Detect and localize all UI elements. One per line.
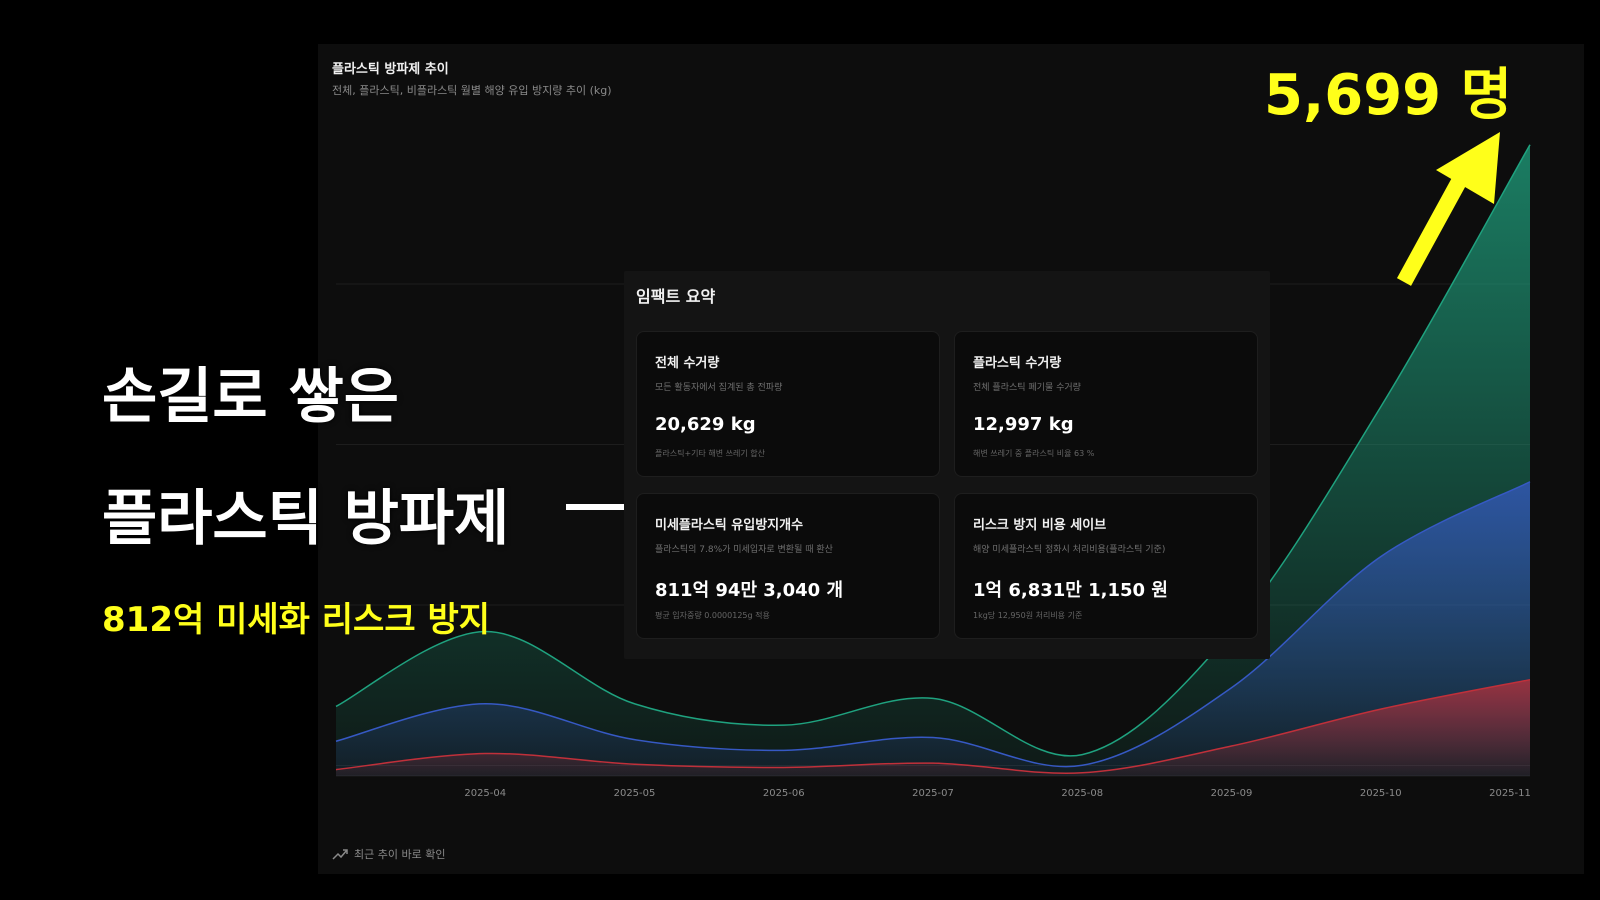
card-description: 해양 미세플라스틱 정화시 처리비용(플라스틱 기준) bbox=[973, 545, 1166, 555]
participant-count: 5,699 명 bbox=[1264, 63, 1513, 128]
card-label: 미세플라스틱 유입방지개수 bbox=[655, 518, 804, 533]
impact-title: 임팩트 요약 bbox=[636, 287, 716, 306]
card-label: 전체 수거량 bbox=[655, 356, 720, 371]
x-tick-label: 2025-06 bbox=[763, 788, 805, 799]
card-description: 모든 활동자에서 집계된 총 전파량 bbox=[655, 383, 783, 393]
card-note: 평균 입자중량 0.0000125g 적용 bbox=[655, 611, 770, 620]
card-risk-cost-saved: 리스크 방지 비용 세이브 해양 미세플라스틱 정화시 처리비용(플라스틱 기준… bbox=[954, 493, 1258, 639]
card-value: 811억 94만 3,040 개 bbox=[655, 580, 844, 601]
card-note: 해변 쓰레기 중 플라스틱 비율 63 % bbox=[973, 449, 1095, 458]
card-total-collected: 전체 수거량 모든 활동자에서 집계된 총 전파량 20,629 kg 플라스틱… bbox=[636, 331, 940, 477]
card-value: 12,997 kg bbox=[973, 414, 1074, 435]
x-tick-label: 2025-08 bbox=[1061, 788, 1103, 799]
card-description: 전체 플라스틱 폐기물 수거량 bbox=[973, 383, 1081, 393]
chart-footer-label: 최근 추이 바로 확인 bbox=[354, 848, 446, 861]
x-tick-label: 2025-10 bbox=[1360, 788, 1402, 799]
card-label: 리스크 방지 비용 세이브 bbox=[973, 518, 1107, 533]
card-note: 플라스틱+기타 해변 쓰레기 합산 bbox=[655, 449, 766, 458]
up-arrow-icon bbox=[1396, 132, 1500, 286]
overlay-highlight: 812억 미세화 리스크 방지 bbox=[102, 600, 491, 640]
card-microplastic-prevented: 미세플라스틱 유입방지개수 플라스틱의 7.8%가 미세입자로 변환될 때 환산… bbox=[636, 493, 940, 639]
impact-summary-panel: 임팩트 요약 전체 수거량 모든 활동자에서 집계된 총 전파량 20,629 … bbox=[624, 271, 1270, 659]
x-tick-label: 2025-09 bbox=[1211, 788, 1253, 799]
card-value: 1억 6,831만 1,150 원 bbox=[973, 580, 1168, 601]
x-tick-label: 2025-05 bbox=[614, 788, 656, 799]
x-tick-label: 2025-11 bbox=[1489, 788, 1531, 799]
card-plastic-collected: 플라스틱 수거량 전체 플라스틱 폐기물 수거량 12,997 kg 해변 쓰레… bbox=[954, 331, 1258, 477]
x-tick-label: 2025-04 bbox=[464, 788, 506, 799]
card-note: 1kg당 12,950원 처리비용 기준 bbox=[973, 611, 1083, 620]
x-tick-label: 2025-07 bbox=[912, 788, 954, 799]
card-label: 플라스틱 수거량 bbox=[973, 356, 1062, 371]
card-description: 플라스틱의 7.8%가 미세입자로 변환될 때 환산 bbox=[655, 545, 833, 555]
overlay-headline-line2: 플라스틱 방파제 bbox=[102, 484, 510, 554]
card-value: 20,629 kg bbox=[655, 414, 756, 435]
chart-footer-link[interactable]: 최근 추이 바로 확인 bbox=[332, 846, 445, 862]
trending-up-icon bbox=[332, 849, 348, 860]
overlay-headline-line1: 손길로 쌓은 bbox=[102, 362, 399, 432]
overlay-dash bbox=[566, 504, 624, 510]
